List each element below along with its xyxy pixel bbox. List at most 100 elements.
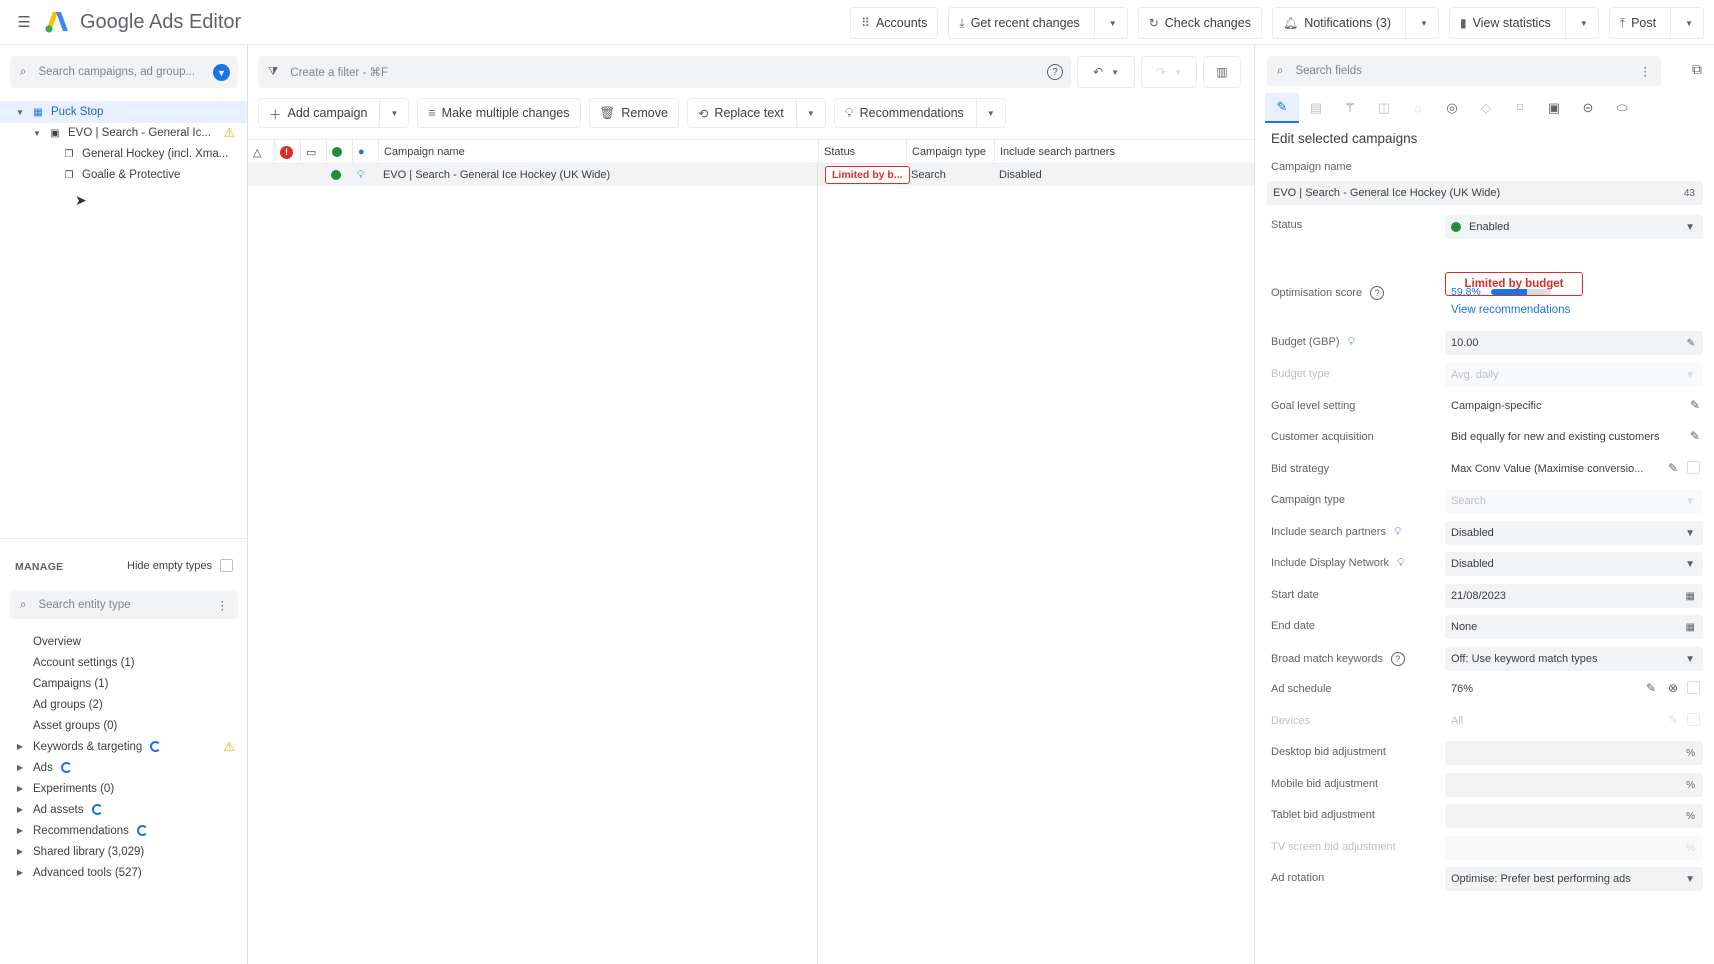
pencil-icon[interactable]: ✎	[1687, 338, 1695, 349]
manage-item[interactable]: ▶ Shared library (3,029)	[0, 841, 247, 862]
caret-down-icon[interactable]: ▼	[32, 129, 42, 138]
display-network-select[interactable]: Disabled ▼	[1445, 552, 1703, 576]
clear-circle-icon[interactable]: ⊗	[1668, 681, 1678, 695]
collapse-menu-icon[interactable]: ☰	[14, 12, 34, 32]
entity-search-input[interactable]: ⌕ Search entity type ⋮	[10, 591, 238, 619]
replace-text-button[interactable]: ⟲ Replace text ▼	[686, 98, 826, 128]
pencil-icon[interactable]: ✎	[1646, 681, 1656, 695]
get-recent-changes-button[interactable]: ⤓ Get recent changes ▼	[948, 7, 1128, 39]
caret-right-icon[interactable]: ▶	[15, 847, 25, 856]
campaign-name-field[interactable]: EVO | Search - General Ice Hockey (UK Wi…	[1267, 181, 1703, 205]
chevron-down-icon[interactable]: ▼	[379, 98, 398, 128]
recommendation-col-header[interactable]: ●	[352, 140, 378, 164]
pencil-icon[interactable]: ✎	[1690, 429, 1700, 443]
caret-right-icon[interactable]: ▶	[15, 763, 25, 772]
calendar-icon[interactable]: ▦	[1686, 591, 1695, 602]
manage-item[interactable]: ▶ Keywords & targeting ⚠	[0, 736, 247, 757]
link-icon[interactable]: ⊝	[1571, 93, 1605, 123]
tree-item-account[interactable]: ▼ ▦ Puck Stop	[0, 101, 247, 123]
more-vert-icon[interactable]: ⋮	[1640, 64, 1652, 78]
accounts-button[interactable]: ⠿ Accounts	[850, 7, 939, 39]
chevron-down-icon[interactable]: ▼	[795, 98, 815, 128]
hide-empty-checkbox[interactable]	[220, 559, 233, 572]
chevron-down-icon[interactable]: ▼	[1580, 19, 1588, 28]
manage-item[interactable]: ▶ Recommendations	[0, 820, 247, 841]
search-partners-select[interactable]: Disabled ▼	[1445, 521, 1703, 545]
redo-button[interactable]: ↷ ▼	[1141, 56, 1197, 88]
post-button[interactable]: ⤒ Post ▼	[1608, 7, 1704, 39]
desktop-bid-field[interactable]: %	[1445, 741, 1703, 765]
pencil-icon[interactable]: ✎	[1690, 398, 1700, 412]
filter-input[interactable]: ⧩ Create a filter - ⌘F ?	[258, 56, 1071, 88]
chevron-down-icon[interactable]: ▼	[1685, 19, 1693, 28]
tree-item-adgroup[interactable]: ❐ Goalie & Protective	[0, 164, 247, 186]
caret-right-icon[interactable]: ▶	[15, 868, 25, 877]
undo-button[interactable]: ↶ ▼	[1077, 56, 1135, 88]
chevron-down-icon[interactable]: ▼	[1109, 19, 1117, 28]
manage-item[interactable]: ▶ Ads	[0, 757, 247, 778]
help-icon[interactable]: ?	[1390, 652, 1405, 666]
warning-col-header[interactable]: △	[248, 140, 274, 164]
help-icon[interactable]: ?	[1370, 286, 1385, 300]
view-recommendations-link[interactable]: View recommendations	[1451, 304, 1570, 316]
caret-right-icon[interactable]: ▶	[15, 784, 25, 793]
recommendations-button[interactable]: 💡︎ Recommendations ▼	[833, 98, 1006, 128]
mobile-bid-field[interactable]: %	[1445, 773, 1703, 797]
ad-rotation-select[interactable]: Optimise: Prefer best performing ads ▼	[1445, 867, 1703, 891]
campaign-search-input[interactable]: ⌕ Search campaigns, ad group... ▼	[10, 56, 238, 88]
manage-item[interactable]: Overview	[0, 631, 247, 652]
tab-icon-8[interactable]: ⌑	[1503, 93, 1537, 123]
col-campaign-type[interactable]: Campaign type	[906, 140, 994, 164]
tab-icon-5[interactable]: ◌	[1401, 93, 1435, 123]
chevron-down-icon[interactable]: ▼	[1111, 68, 1119, 77]
pencil-icon[interactable]: ✎	[1668, 461, 1678, 475]
tab-icon-2[interactable]: ▤	[1299, 93, 1333, 123]
comment-col-header[interactable]: ▭	[300, 140, 326, 164]
magic-wand-icon[interactable]: ⚚	[1333, 93, 1367, 123]
broad-match-select[interactable]: Off: Use keyword match types ▼	[1445, 647, 1703, 671]
caret-right-icon[interactable]: ▶	[15, 805, 25, 814]
start-date-field[interactable]: 21/08/2023 ▦	[1445, 584, 1703, 608]
status-select[interactable]: Enabled ▼	[1445, 215, 1703, 239]
status-cell[interactable]: Limited by b...	[820, 164, 910, 186]
caret-down-icon[interactable]: ▼	[15, 108, 25, 117]
search-fields-input[interactable]: ⌕ Search fields ⋮	[1267, 56, 1661, 86]
filter-icon[interactable]: ▼	[213, 64, 230, 81]
lightbulb-icon[interactable]: 💡︎	[1347, 336, 1355, 349]
checkbox-icon[interactable]	[1687, 461, 1700, 477]
col-status[interactable]: Status	[818, 140, 906, 164]
help-icon[interactable]: ?	[1047, 64, 1063, 80]
caret-right-icon[interactable]: ▶	[15, 826, 25, 835]
tree-item-adgroup[interactable]: ❐ General Hockey (incl. Xma...	[0, 143, 247, 165]
add-campaign-button[interactable]: ＋ Add campaign ▼	[258, 98, 410, 128]
remove-button[interactable]: 🗑︎ Remove	[588, 98, 679, 128]
error-col-header[interactable]: !	[274, 140, 300, 164]
check-changes-button[interactable]: ↻ Check changes	[1137, 7, 1262, 39]
manage-item[interactable]: Campaigns (1)	[0, 673, 247, 694]
columns-button[interactable]: ▥	[1203, 56, 1241, 88]
col-include-search-partners[interactable]: Include search partners	[994, 140, 1234, 164]
tablet-bid-field[interactable]: %	[1445, 804, 1703, 828]
lightbulb-icon[interactable]: 💡︎	[1394, 526, 1402, 539]
tab-icon-7[interactable]: ◇	[1469, 93, 1503, 123]
manage-item[interactable]: Ad groups (2)	[0, 694, 247, 715]
recommendation-cell[interactable]: 💡︎	[352, 164, 378, 186]
table-row[interactable]: 💡︎ EVO | Search - General Ice Hockey (UK…	[248, 164, 1254, 186]
search-partners-cell[interactable]: Disabled	[994, 164, 1194, 186]
tree-item-campaign[interactable]: ▼ ▣ EVO | Search - General Ic... ⚠	[0, 122, 247, 144]
notifications-button[interactable]: 🔔︎ Notifications (3) ▼	[1271, 7, 1439, 39]
more-vert-icon[interactable]: ⋮	[217, 598, 229, 612]
caret-right-icon[interactable]: ▶	[15, 742, 25, 751]
chevron-down-icon[interactable]: ▼	[975, 98, 995, 128]
lightbulb-icon[interactable]: 💡︎	[1397, 557, 1405, 570]
manage-item[interactable]: Account settings (1)	[0, 652, 247, 673]
end-date-field[interactable]: None ▦	[1445, 615, 1703, 639]
make-multiple-changes-button[interactable]: ≡ Make multiple changes	[417, 98, 581, 128]
tab-icon-4[interactable]: ◫	[1367, 93, 1401, 123]
manage-item[interactable]: ▶ Advanced tools (527)	[0, 862, 247, 883]
budget-field[interactable]: 10.00 ✎	[1445, 331, 1703, 355]
status-col-header[interactable]	[326, 140, 352, 164]
view-statistics-button[interactable]: ▮ View statistics ▼	[1448, 7, 1599, 39]
hide-empty-toggle[interactable]: Hide empty types	[127, 559, 233, 572]
manage-item[interactable]: Asset groups (0)	[0, 715, 247, 736]
